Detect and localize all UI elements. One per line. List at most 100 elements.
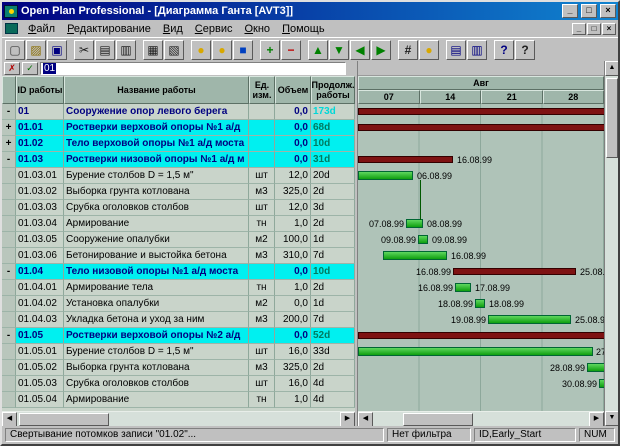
child-close-button[interactable]: × bbox=[602, 23, 616, 35]
context-help-button[interactable]: ? bbox=[515, 40, 535, 60]
close-button[interactable]: × bbox=[600, 4, 616, 18]
task-bar[interactable] bbox=[455, 283, 471, 292]
table-row[interactable]: 01.03.01Бурение столбов D = 1,5 м"шт12,0… bbox=[2, 168, 355, 184]
gantt-hscroll-thumb[interactable] bbox=[403, 413, 473, 426]
time-analysis-clock-button[interactable]: ● bbox=[191, 40, 211, 60]
add-activity-button[interactable]: + bbox=[260, 40, 280, 60]
header-duration[interactable]: Продолж. работы bbox=[311, 76, 355, 104]
expand-toggle[interactable]: + bbox=[2, 120, 16, 136]
task-bar[interactable] bbox=[488, 315, 571, 324]
move-up-button[interactable]: ▲ bbox=[308, 40, 328, 60]
menu-tools[interactable]: Сервис bbox=[189, 22, 239, 36]
summary-bar[interactable] bbox=[358, 108, 604, 115]
table-row[interactable]: +01.02Тело верховой опоры №1 а/д моста0,… bbox=[2, 136, 355, 152]
print-preview-button[interactable]: ▧ bbox=[164, 40, 184, 60]
print-button[interactable]: ▦ bbox=[143, 40, 163, 60]
save-button[interactable]: ▣ bbox=[47, 40, 67, 60]
header-volume[interactable]: Объем bbox=[275, 76, 311, 104]
cost-histogram-button[interactable]: ■ bbox=[233, 40, 253, 60]
table-row[interactable]: 01.03.06Бетонирование и выстойка бетонам… bbox=[2, 248, 355, 264]
task-bar[interactable] bbox=[406, 219, 423, 228]
expand-toggle[interactable]: - bbox=[2, 152, 16, 168]
child-restore-button[interactable]: □ bbox=[587, 23, 601, 35]
help-button[interactable]: ? bbox=[494, 40, 514, 60]
status-sort-fields: ID,Early_Start bbox=[474, 428, 576, 442]
resource-clock-button[interactable]: ● bbox=[212, 40, 232, 60]
table-row[interactable]: 01.03.03Срубка оголовков столбовшт12,03d bbox=[2, 200, 355, 216]
summary-bar[interactable] bbox=[358, 156, 453, 163]
table-row[interactable]: 01.05.02Выборка грунта котлованам3325,02… bbox=[2, 360, 355, 376]
table-row[interactable]: 01.05.03Срубка оголовков столбовшт16,04d bbox=[2, 376, 355, 392]
cell-duration: 2d bbox=[311, 184, 355, 200]
view-table-button[interactable]: ▤ bbox=[446, 40, 466, 60]
calculator-button[interactable]: # bbox=[398, 40, 418, 60]
paste-button[interactable]: ▥ bbox=[116, 40, 136, 60]
cell-duration: 1d bbox=[311, 232, 355, 248]
header-id[interactable]: ID работы bbox=[16, 76, 64, 104]
table-row[interactable]: -01.05Ростверки верховой опоры №2 а/д0,0… bbox=[2, 328, 355, 344]
indent-button[interactable]: ▶ bbox=[371, 40, 391, 60]
minimize-button[interactable]: _ bbox=[562, 4, 578, 18]
copy-button[interactable]: ▤ bbox=[95, 40, 115, 60]
table-row[interactable]: 01.05.04Армированиетн1,04d bbox=[2, 392, 355, 408]
table-row[interactable]: -01Сооружение опор левого берега0,0173d bbox=[2, 104, 355, 120]
child-window-icon[interactable] bbox=[5, 23, 18, 34]
vscroll-track[interactable] bbox=[605, 76, 618, 411]
task-bar[interactable] bbox=[383, 251, 447, 260]
new-document-button[interactable]: ▢ bbox=[5, 40, 25, 60]
scroll-left-button[interactable]: ◀ bbox=[358, 412, 373, 426]
scroll-left-button[interactable]: ◀ bbox=[2, 412, 17, 426]
table-row[interactable]: -01.03Ростверки низовой опоры №1 а/д м0,… bbox=[2, 152, 355, 168]
move-down-button[interactable]: ▼ bbox=[329, 40, 349, 60]
summary-bar[interactable] bbox=[453, 268, 576, 275]
task-bar[interactable] bbox=[475, 299, 485, 308]
app-icon[interactable] bbox=[4, 5, 18, 18]
header-name[interactable]: Название работы bbox=[64, 76, 249, 104]
table-row[interactable]: +01.01Ростверки верховой опоры №1 а/д0,0… bbox=[2, 120, 355, 136]
expand-toggle[interactable]: + bbox=[2, 136, 16, 152]
table-row[interactable]: 01.04.02Установка опалубким20,01d bbox=[2, 296, 355, 312]
expand-toggle[interactable]: - bbox=[2, 264, 16, 280]
table-row[interactable]: 01.03.05Сооружение опалубким2100,01d bbox=[2, 232, 355, 248]
table-row[interactable]: 01.03.04Армированиетн1,02d bbox=[2, 216, 355, 232]
outdent-button[interactable]: ◀ bbox=[350, 40, 370, 60]
menu-help[interactable]: Помощь bbox=[276, 22, 331, 36]
task-bar[interactable] bbox=[358, 171, 413, 180]
menu-edit[interactable]: Редактирование bbox=[61, 22, 157, 36]
scroll-up-button[interactable]: ▲ bbox=[605, 61, 618, 76]
expand-toggle[interactable]: - bbox=[2, 328, 16, 344]
menu-file[interactable]: Файл bbox=[22, 22, 61, 36]
scroll-right-button[interactable]: ▶ bbox=[589, 412, 604, 426]
table-row[interactable]: 01.04.03Укладка бетона и уход за нимм320… bbox=[2, 312, 355, 328]
vscroll-thumb[interactable] bbox=[606, 78, 618, 158]
maximize-button[interactable]: □ bbox=[581, 4, 597, 18]
delete-activity-button[interactable]: − bbox=[281, 40, 301, 60]
table-row[interactable]: 01.05.01Бурение столбов D = 1,5 м"шт16,0… bbox=[2, 344, 355, 360]
open-file-button[interactable]: ▨ bbox=[26, 40, 46, 60]
task-bar[interactable] bbox=[587, 363, 604, 372]
summary-bar[interactable] bbox=[358, 332, 604, 339]
table-row[interactable]: -01.04Тело низовой опоры №1 а/д моста0,0… bbox=[2, 264, 355, 280]
table-row[interactable]: 01.03.02Выборка грунта котлованам3325,02… bbox=[2, 184, 355, 200]
child-minimize-button[interactable]: _ bbox=[572, 23, 586, 35]
expand-toggle[interactable]: - bbox=[2, 104, 16, 120]
task-bar[interactable] bbox=[599, 379, 604, 388]
edit-cancel-button[interactable]: ✗ bbox=[4, 62, 20, 75]
table-row[interactable]: 01.04.01Армирование телатн1,02d bbox=[2, 280, 355, 296]
menu-view[interactable]: Вид bbox=[157, 22, 189, 36]
menu-window[interactable]: Окно bbox=[238, 22, 276, 36]
task-bar[interactable] bbox=[418, 235, 428, 244]
summary-bar[interactable] bbox=[358, 124, 604, 131]
view-gantt-button[interactable]: ▥ bbox=[467, 40, 487, 60]
cut-button[interactable]: ✂ bbox=[74, 40, 94, 60]
header-unit[interactable]: Ед. изм. bbox=[249, 76, 275, 104]
clock-button[interactable]: ● bbox=[419, 40, 439, 60]
gantt-hscroll-track[interactable] bbox=[373, 412, 589, 426]
table-hscroll-thumb[interactable] bbox=[19, 413, 109, 426]
edit-field[interactable]: 01 bbox=[40, 62, 346, 75]
table-hscroll-track[interactable] bbox=[17, 412, 340, 426]
scroll-down-button[interactable]: ▼ bbox=[605, 411, 618, 426]
edit-accept-button[interactable]: ✓ bbox=[22, 62, 38, 75]
scroll-right-button[interactable]: ▶ bbox=[340, 412, 355, 426]
task-bar[interactable] bbox=[358, 347, 593, 356]
